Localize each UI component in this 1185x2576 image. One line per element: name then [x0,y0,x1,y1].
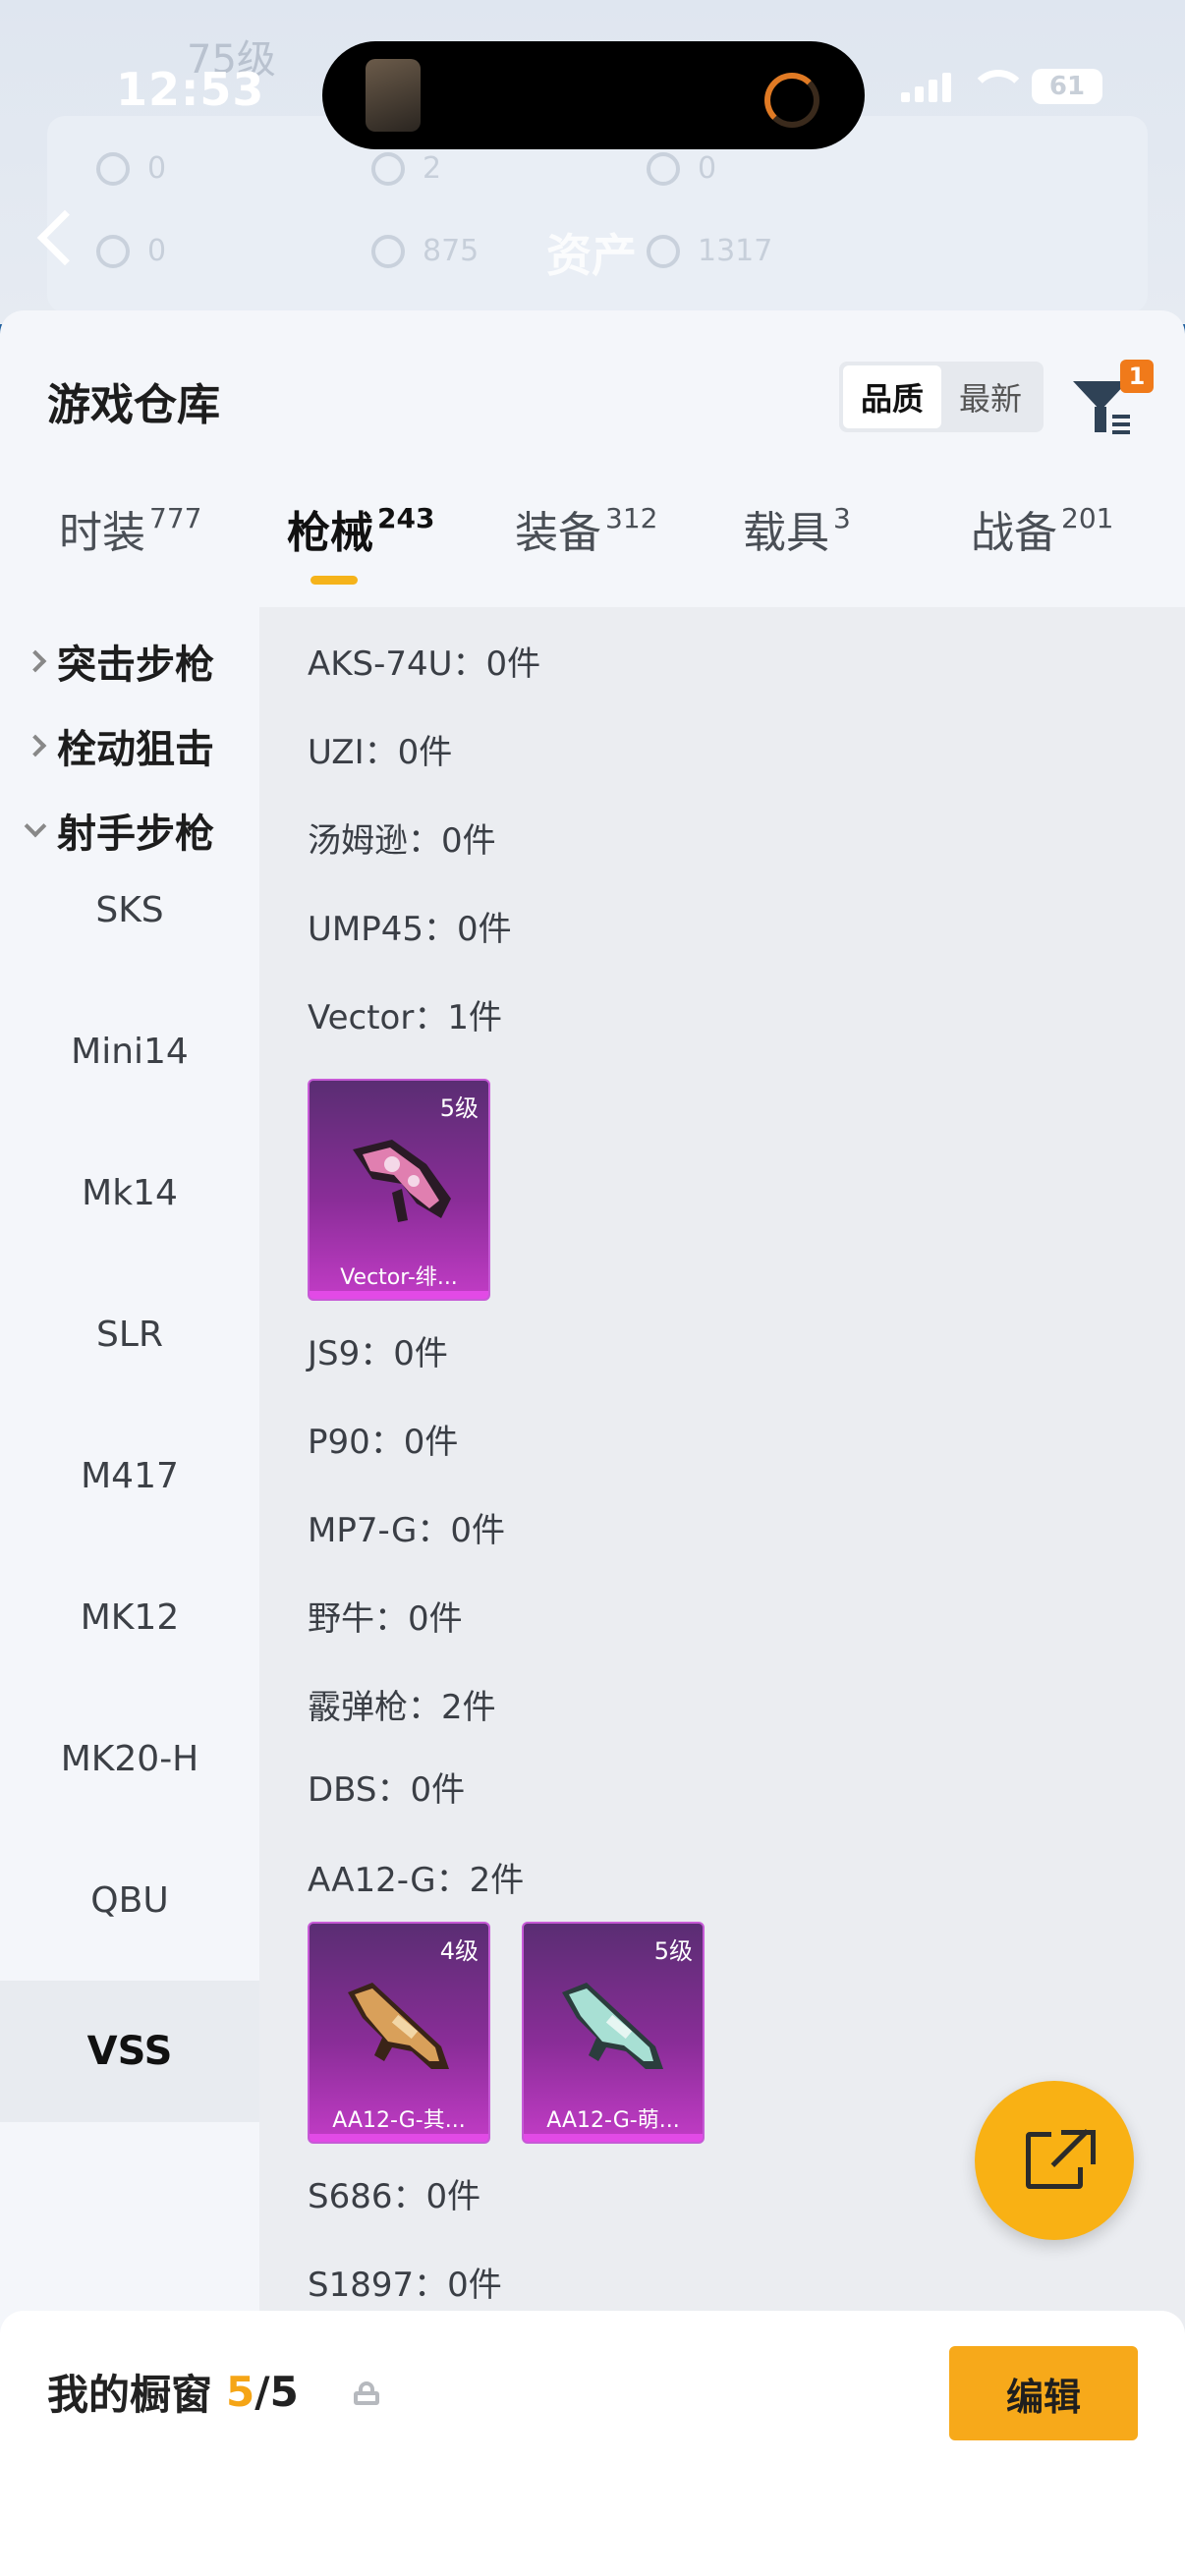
dim-stat: 1317 [647,234,772,268]
tab-outfits[interactable]: 时装 777 [59,497,201,560]
weapon-row: 汤姆逊：0件 [308,821,496,861]
dynamic-island [322,41,865,149]
sidebar-item-slr[interactable]: SLR [0,1315,259,1355]
category-assault-rifle[interactable]: 突击步枪 [24,633,214,690]
weapon-row: Vector：1件 [308,998,502,1037]
status-time: 12:53 [116,63,265,116]
lock-icon [354,2381,379,2405]
chevron-down-icon [24,814,47,838]
weapon-row: 野牛：0件 [308,1599,463,1639]
edit-button[interactable]: 编辑 [949,2346,1138,2440]
sidebar-item-qbu[interactable]: QBU [0,1880,259,1921]
aa12-skin-icon [562,1983,663,2069]
dim-stat: 2 [371,151,441,186]
sidebar-item-mk12[interactable]: MK12 [0,1597,259,1638]
tab-firearms[interactable]: 枪械 243 [287,497,434,560]
filter-count-badge: 1 [1120,360,1154,393]
weapon-row: 霰弹枪：2件 [308,1688,496,1727]
active-tab-indicator [310,576,358,585]
showcase-total-count: /5 [254,2368,299,2416]
status-icons: 61 [901,69,1102,104]
sidebar-item-mk20h[interactable]: MK20-H [0,1739,259,1779]
item-card-aa12-2[interactable]: 5级 AA12-G-萌... [522,1922,705,2144]
weapon-row: AA12-G：2件 [308,1861,525,1900]
item-name: AA12-G-其... [332,2108,466,2133]
weapon-row: DBS：0件 [308,1770,466,1810]
dim-stat: 875 [371,234,479,268]
sidebar-item-vss[interactable]: VSS [0,1981,259,2122]
weapon-row: JS9：0件 [308,1334,448,1373]
share-fab-button[interactable] [975,2081,1134,2240]
dim-stat: 0 [96,234,166,268]
weapon-row: MP7-G：0件 [308,1511,505,1550]
tab-equipment[interactable]: 装备 312 [515,497,657,560]
warehouse-sheet: 游戏仓库 品质 最新 1 时装 777 枪械 243 装备 312 载具 3 战备 201… [0,310,1185,2576]
weapon-category-sidebar: 突击步枪 栓动狙击 射手步枪 SKS Mini14 Mk14 SLR M417 … [0,607,259,2474]
header-title: 资产 [546,229,637,282]
category-bolt-action-sniper[interactable]: 栓动狙击 [24,717,214,774]
progress-ring-icon [764,73,819,128]
now-playing-thumbnail [366,59,421,132]
category-tabs: 时装 777 枪械 243 装备 312 载具 3 战备 201 [0,497,1185,605]
tab-supplies[interactable]: 战备 201 [971,497,1113,560]
dim-stat: 0 [96,151,166,186]
vector-skin-icon [353,1140,451,1222]
battery-icon: 61 [1032,69,1102,104]
tab-vehicles[interactable]: 载具 3 [743,497,851,560]
showcase-bar: 我的橱窗 5 /5 编辑 [0,2311,1185,2576]
sort-latest-option[interactable]: 最新 [941,365,1040,428]
sort-toggle: 品质 最新 [839,362,1044,432]
sort-quality-option[interactable]: 品质 [843,365,941,428]
dim-stat: 0 [647,151,716,186]
aa12-skin-icon [348,1983,449,2069]
item-name: Vector-绯... [340,1265,458,1290]
sheet-title: 游戏仓库 [47,380,220,430]
sidebar-item-mini14[interactable]: Mini14 [0,1032,259,1072]
item-card-vector[interactable]: 5级 Vector-绯... [308,1079,490,1301]
sidebar-item-sks[interactable]: SKS [0,890,259,930]
weapon-row: AKS-74U：0件 [308,644,541,684]
showcase-current-count: 5 [226,2368,255,2416]
weapon-row: S1897：0件 [308,2266,502,2305]
weapon-row: S686：0件 [308,2177,481,2216]
filter-button[interactable]: 1 [1069,360,1154,438]
wifi-icon [969,70,1028,103]
cellular-signal-icon [901,71,951,102]
showcase-label: 我的橱窗 5 /5 [47,2368,299,2419]
weapon-row: UZI：0件 [308,733,453,772]
chevron-right-icon [24,649,47,673]
item-name: AA12-G-萌... [546,2108,680,2133]
category-marksman-rifle[interactable]: 射手步枪 [24,802,214,859]
chevron-right-icon [24,734,47,757]
sidebar-item-mk14[interactable]: Mk14 [0,1173,259,1213]
item-card-aa12-1[interactable]: 4级 AA12-G-其... [308,1922,490,2144]
weapon-row: P90：0件 [308,1423,459,1462]
weapon-row: UMP45：0件 [308,910,512,949]
sidebar-item-m417[interactable]: M417 [0,1456,259,1496]
